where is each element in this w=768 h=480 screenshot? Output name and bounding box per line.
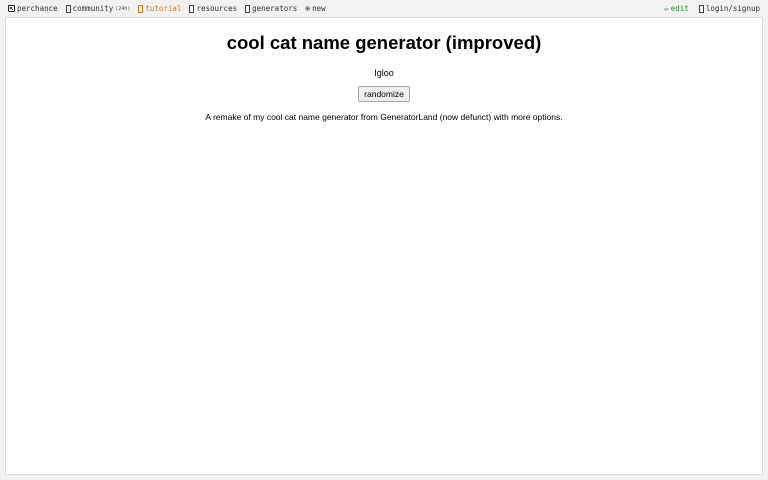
box-icon [698, 4, 704, 13]
box-icon [65, 4, 71, 13]
nav-generators-label: generators [252, 4, 298, 13]
nav-login-label: login/signup [705, 4, 760, 13]
pencil-icon: ✏ [664, 3, 669, 13]
nav-perchance-label: perchance [17, 4, 58, 13]
box-icon [189, 4, 195, 13]
page-title: cool cat name generator (improved) [226, 32, 542, 53]
generator-panel: cool cat name generator (improved) Igloo… [5, 17, 763, 475]
nav-tutorial[interactable]: tutorial [138, 4, 181, 13]
nav-resources[interactable]: resources [189, 4, 237, 13]
top-navigation-bar: perchance community (24h) tutorial resou… [0, 0, 768, 17]
box-icon [138, 4, 144, 13]
nav-login-signup[interactable]: login/signup [698, 4, 760, 13]
nav-community[interactable]: community (24h) [65, 4, 131, 13]
nav-edit[interactable]: ✏ edit [664, 4, 689, 13]
community-badge: (24h) [115, 5, 131, 12]
generator-description: A remake of my cool cat name generator f… [205, 112, 563, 122]
nav-edit-label: edit [670, 4, 689, 13]
nav-resources-label: resources [196, 4, 238, 13]
nav-community-label: community [72, 4, 114, 13]
nav-new[interactable]: ⊕ new [305, 4, 325, 13]
nav-new-label: new [312, 4, 326, 13]
nav-left-group: perchance community (24h) tutorial resou… [0, 4, 334, 13]
nav-tutorial-label: tutorial [145, 4, 182, 13]
nav-right-group: ✏ edit login/signup [654, 4, 768, 13]
dice-icon [8, 5, 15, 12]
nav-generators[interactable]: generators [245, 4, 297, 13]
nav-perchance[interactable]: perchance [8, 4, 58, 13]
box-icon [245, 4, 251, 13]
generated-output: Igloo [374, 68, 394, 78]
randomize-button[interactable]: randomize [358, 86, 410, 102]
plus-circle-icon: ⊕ [305, 3, 311, 13]
